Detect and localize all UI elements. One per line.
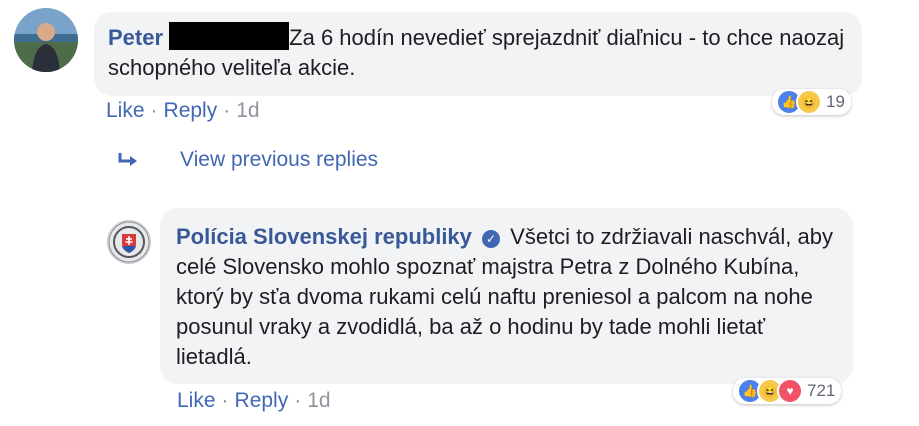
comment-author[interactable]: Peter	[108, 25, 163, 50]
reply-link[interactable]: Reply	[164, 99, 218, 122]
reply-link[interactable]: Reply	[235, 389, 289, 412]
separator-dot: ·	[223, 99, 231, 122]
view-previous-label[interactable]: View previous replies	[180, 148, 378, 172]
reaction-count: 721	[807, 381, 836, 400]
separator-dot: ·	[294, 389, 302, 412]
separator-dot: ·	[221, 389, 229, 412]
redacted-name-bar	[169, 22, 290, 50]
reactions-summary[interactable]: 👍 😆 19	[772, 89, 851, 115]
avatar-policia[interactable]	[107, 220, 151, 264]
reaction-count: 19	[826, 92, 845, 111]
reply-actions: Like · Reply · 1d	[177, 389, 331, 413]
reply-timestamp[interactable]: 1d	[307, 389, 330, 412]
view-previous-replies[interactable]: View previous replies	[118, 148, 378, 172]
reply-bubble-policia: Polícia Slovenskej republiky ✓ Všetci to…	[160, 208, 853, 384]
comment-timestamp[interactable]: 1d	[236, 99, 259, 122]
haha-icon: 😆	[796, 89, 822, 115]
like-link[interactable]: Like	[106, 99, 145, 122]
avatar-peter[interactable]	[14, 8, 78, 72]
comment-actions: Like · Reply · 1d	[106, 99, 260, 123]
reactions-summary[interactable]: 👍 😆 ♥ 721	[733, 378, 842, 404]
like-link[interactable]: Like	[177, 389, 216, 412]
reply-arrow-icon	[118, 153, 137, 166]
comment-bubble-peter: Peter Za 6 hodín nevedieť sprejazdniť di…	[94, 12, 862, 96]
love-icon: ♥	[777, 378, 803, 404]
verified-badge-icon: ✓	[482, 230, 501, 248]
separator-dot: ·	[150, 99, 158, 122]
reply-author[interactable]: Polícia Slovenskej republiky	[176, 224, 472, 249]
